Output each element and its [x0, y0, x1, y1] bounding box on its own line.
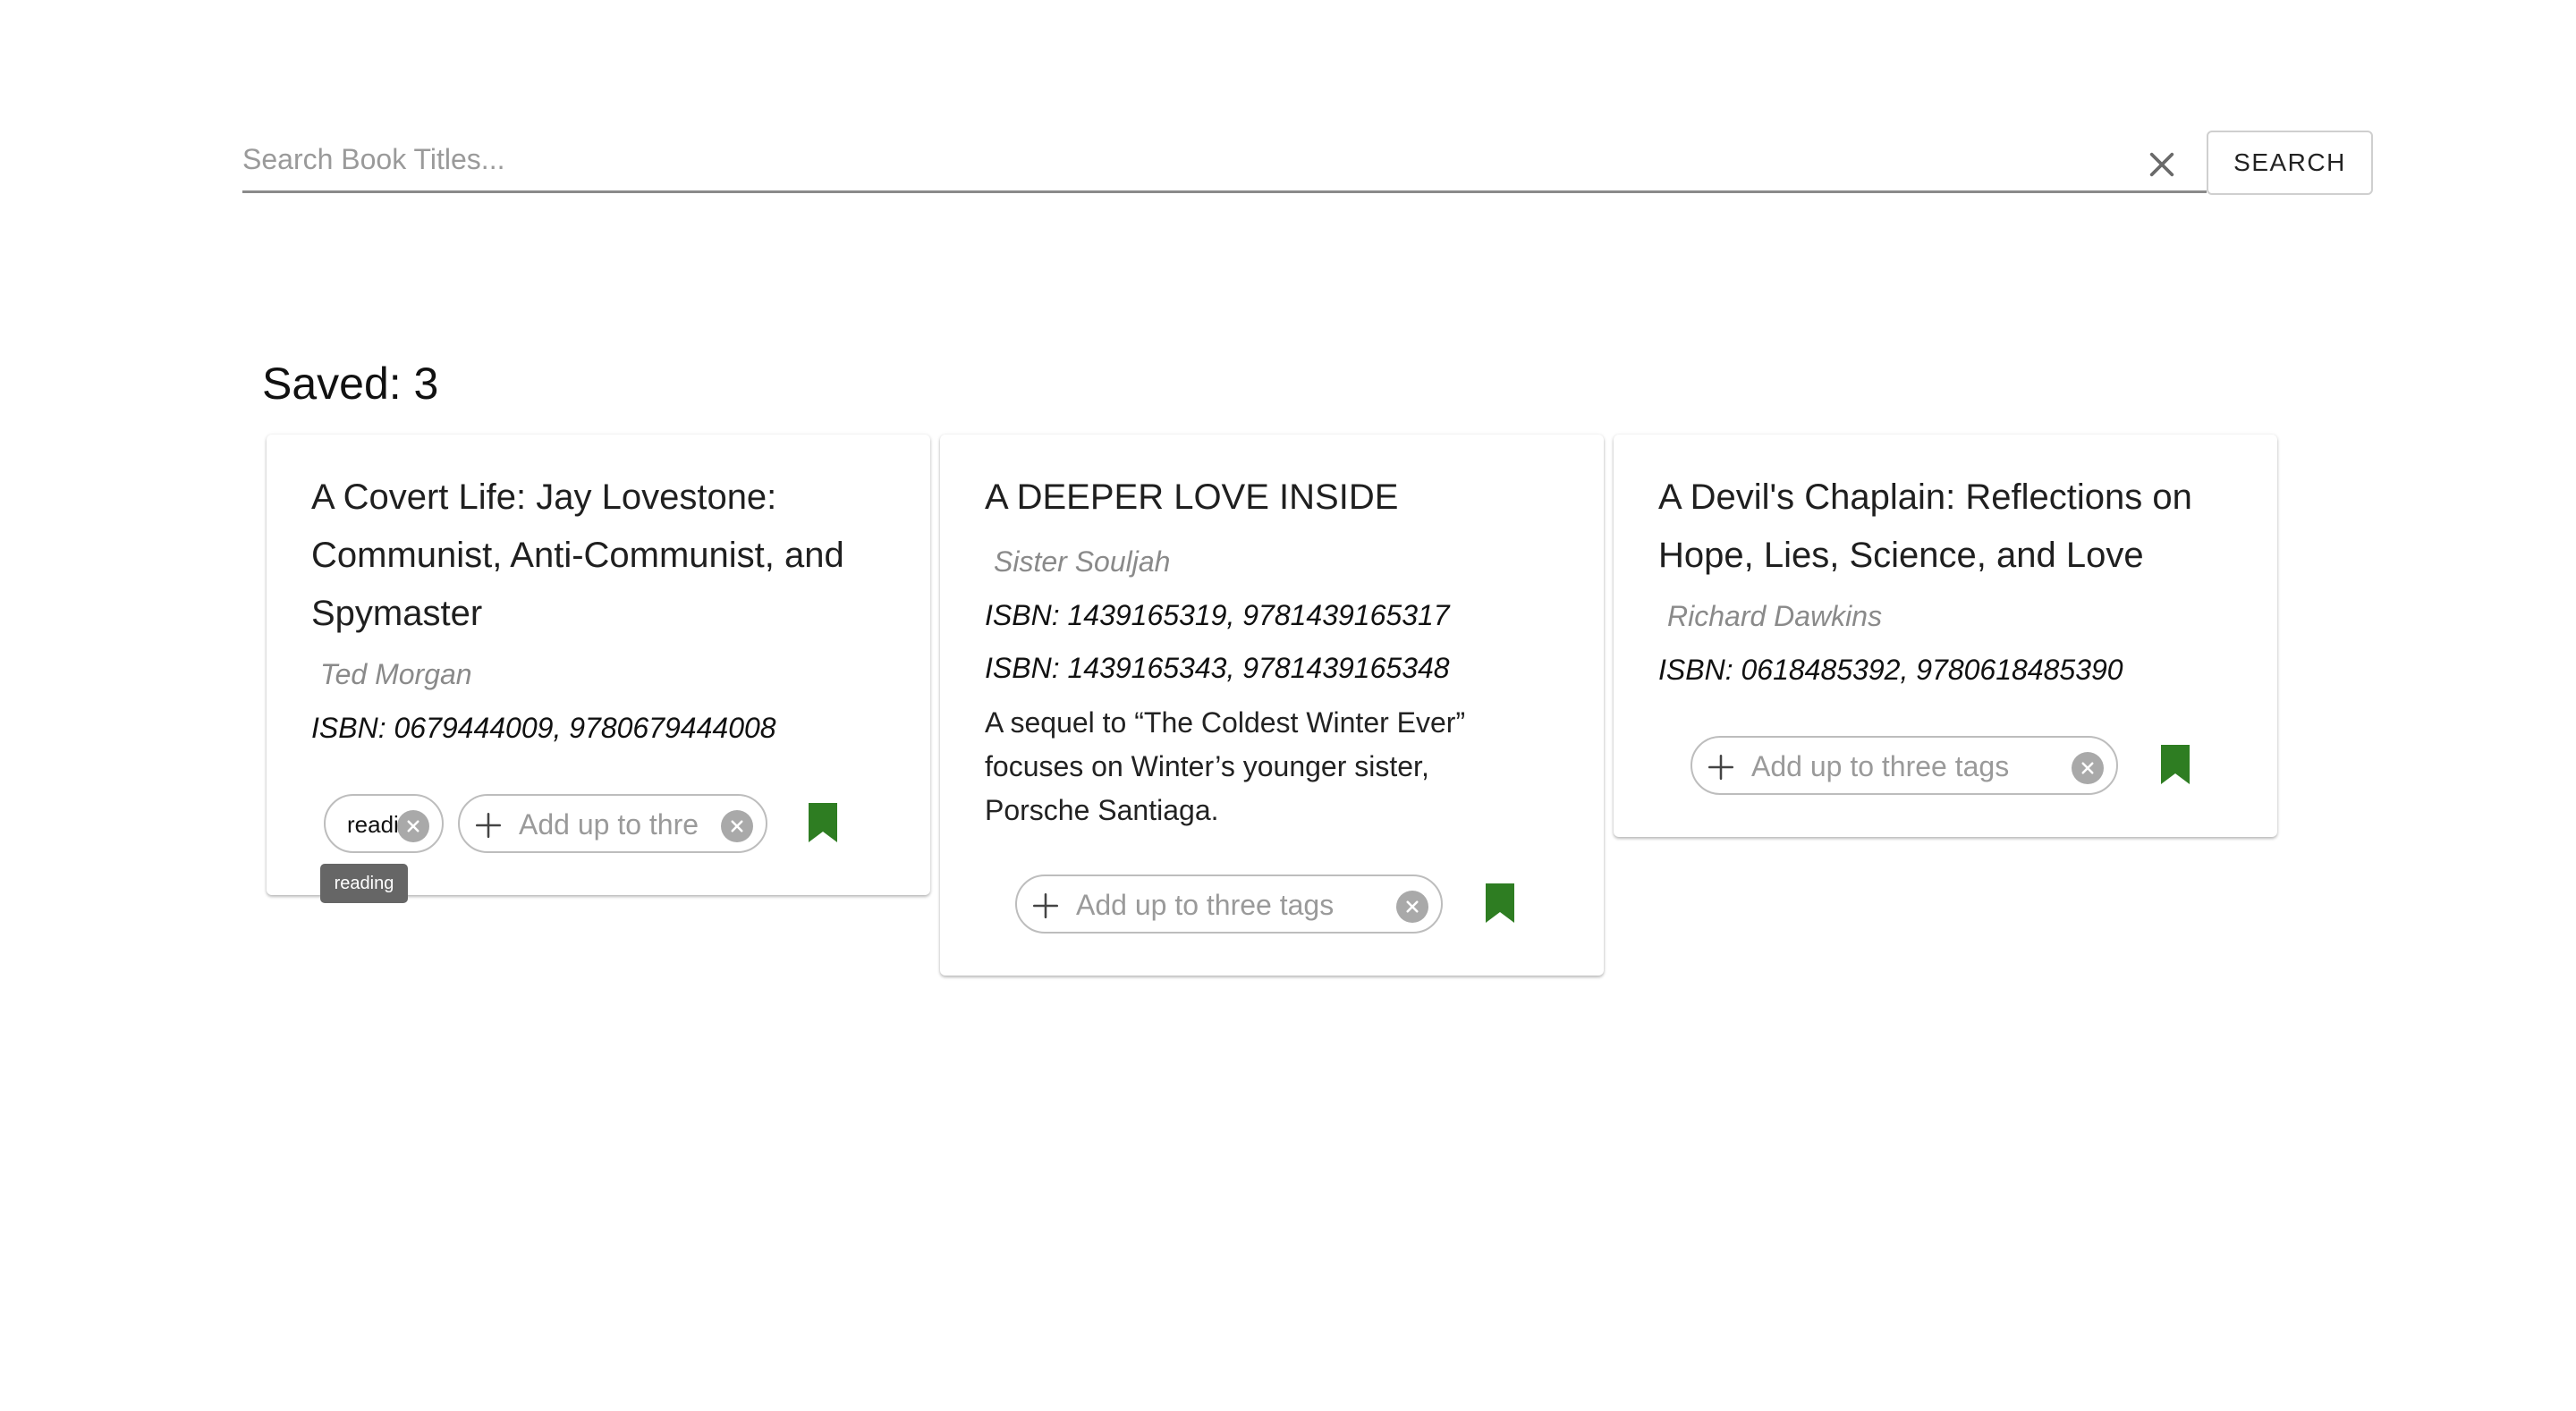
tag-chip[interactable]: readi [324, 794, 444, 853]
plus-icon[interactable] [1028, 888, 1063, 924]
saved-count-heading: Saved: 3 [262, 359, 439, 409]
bookmark-icon[interactable] [2159, 745, 2191, 784]
book-author: Ted Morgan [320, 658, 472, 690]
add-tag-input[interactable] [1076, 886, 1385, 924]
bookmark-icon[interactable] [807, 803, 839, 842]
tag-row [1015, 874, 1552, 934]
search-button[interactable]: SEARCH [2207, 131, 2373, 195]
clear-tag-input-icon[interactable] [2072, 752, 2104, 784]
tag-row: readi [324, 794, 860, 853]
book-isbn: ISBN: 0679444009, 9780679444008 [311, 712, 776, 744]
clear-tag-input-icon[interactable] [721, 810, 753, 842]
search-bar: SEARCH [242, 131, 2373, 195]
tag-tooltip: reading [320, 864, 408, 903]
book-card: A Devil's Chaplain: Reflections on Hope,… [1614, 435, 2277, 837]
book-author: Sister Souljah [994, 545, 1171, 578]
add-tag-field [1015, 874, 1443, 934]
book-isbn: ISBN: 0618485392, 9780618485390 [1658, 654, 2123, 686]
tag-row [1690, 736, 2227, 795]
search-input[interactable] [242, 141, 2121, 177]
plus-icon[interactable] [1703, 749, 1739, 785]
search-field [242, 131, 2207, 193]
add-tag-input[interactable] [519, 806, 710, 843]
book-card: A DEEPER LOVE INSIDE Sister Souljah ISBN… [940, 435, 1604, 976]
add-tag-field [1690, 736, 2118, 795]
book-title: A Devil's Chaplain: Reflections on Hope,… [1658, 477, 2192, 575]
book-title: A Covert Life: Jay Lovestone: Communist,… [311, 477, 844, 633]
close-icon [2149, 152, 2174, 177]
tag-chip-label: readi [347, 811, 399, 838]
plus-icon[interactable] [470, 807, 506, 843]
book-author: Richard Dawkins [1667, 600, 1883, 632]
clear-search-button[interactable] [2137, 139, 2187, 190]
book-card: A Covert Life: Jay Lovestone: Communist,… [267, 435, 930, 895]
bookmark-icon[interactable] [1484, 883, 1516, 923]
remove-tag-icon[interactable] [397, 810, 429, 842]
clear-tag-input-icon[interactable] [1396, 891, 1428, 923]
book-description: A sequel to “The Coldest Winter Ever” fo… [985, 706, 1466, 826]
add-tag-input[interactable] [1751, 748, 2061, 785]
book-isbn: ISBN: 1439165319, 9781439165317 [985, 599, 1450, 631]
book-title: A DEEPER LOVE INSIDE [985, 477, 1399, 517]
add-tag-field [458, 794, 767, 853]
book-isbn: ISBN: 1439165343, 9781439165348 [985, 652, 1450, 684]
